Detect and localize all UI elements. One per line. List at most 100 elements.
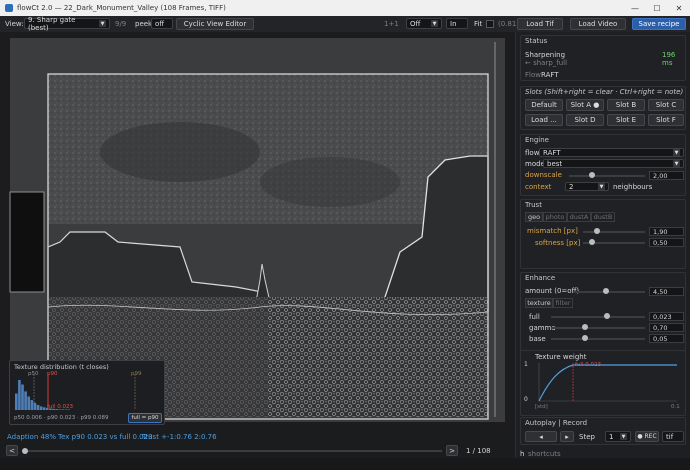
save-recipe-button[interactable]: Save recipe [632,18,686,30]
format-select[interactable]: tif [662,431,684,442]
chevron-down-icon: ▼ [673,149,680,156]
full-slider-track[interactable] [551,316,645,318]
slots-header: Slots (Shift+right = clear · Ctrl+right … [525,88,684,96]
next-frame-button[interactable]: > [446,445,458,456]
texture-histogram [15,374,136,410]
gamma-slider-track[interactable] [551,327,645,329]
full-slider-handle[interactable] [603,313,610,319]
mismatch-value[interactable]: 1,90 [649,227,684,236]
engine-section: Engine flow RAFT ▼ mode best ▼ downscale… [520,134,686,196]
context-suffix: neighbours [613,183,653,191]
tab-photo[interactable]: photo [543,212,567,222]
histogram-bar [15,393,18,410]
window-title: flowCt 2.0 — 22_Dark_Monument_Valley (10… [17,4,226,12]
context-select[interactable]: 2 ▼ [565,182,609,191]
peek-select[interactable]: off [151,18,173,29]
amount-value[interactable]: 4,50 [649,287,684,296]
tw-marker: full 0.023 [575,362,601,368]
status-flow-label: Flow [525,71,541,79]
amount-label: amount (0=off) [525,287,580,295]
top-toolbar: View: 9. Sharp gate (best) ▼ 9/9 peek of… [0,16,690,42]
in-select-value: In [450,19,457,28]
cyclic-view-editor-button[interactable]: Cyclic View Editor [176,18,254,30]
engine-header: Engine [525,136,549,144]
amount-slider-handle[interactable] [602,288,609,294]
downscale-label: downscale [525,171,562,179]
softness-slider-handle[interactable] [588,239,595,245]
slot-load-button[interactable]: Load ... [525,114,563,126]
full-value[interactable]: 0,023 [649,312,684,321]
histogram-bar [21,384,24,410]
tab-dustb[interactable]: dustB [591,212,615,222]
trust-readout: Trust +-1:0.76 2:0.76 [142,433,217,441]
slot-b-button[interactable]: Slot B [607,99,645,111]
maximize-button[interactable]: ☐ [646,0,668,16]
histogram-bar [24,391,27,410]
downscale-slider-track[interactable] [569,175,645,177]
gamma-value[interactable]: 0,70 [649,323,684,332]
image-viewer[interactable]: Texture distribution (t closes) p50 p90 … [0,32,515,430]
mismatch-label: mismatch [px] [527,227,578,235]
base-label: base [529,335,546,343]
prev-frame-button[interactable]: < [6,445,18,456]
view-label: View: [5,20,24,28]
tab-geo[interactable]: geo [525,212,543,222]
off-select-value: Off [410,19,421,28]
tab-filter[interactable]: filter [553,298,573,308]
context-select-value: 2 [569,182,574,191]
amount-slider-track[interactable] [573,291,645,293]
mismatch-slider-handle[interactable] [594,228,601,234]
texture-distribution-popup[interactable]: Texture distribution (t closes) p50 p90 … [9,360,165,425]
slot-default-button[interactable]: Default [525,99,563,111]
tab-dusta[interactable]: dustA [567,212,591,222]
slot-c-button[interactable]: Slot C [648,99,684,111]
fit-checkbox[interactable] [486,20,494,28]
load-video-button[interactable]: Load Video [570,18,626,30]
scrubber-handle[interactable] [22,448,28,454]
off-select[interactable]: Off ▼ [406,18,442,29]
mode-select[interactable]: best ▼ [543,159,684,168]
view-select[interactable]: 9. Sharp gate (best) ▼ [24,16,110,32]
in-select[interactable]: In [446,18,468,29]
tw-x-right: 0.1 [671,404,680,410]
slot-d-button[interactable]: Slot D [566,114,604,126]
histogram-bar [30,400,34,410]
fit-label: Fit [474,20,483,28]
downscale-slider-handle[interactable] [588,172,595,178]
trust-section: Trust geo photo dustA dustB mismatch [px… [520,199,686,269]
tab-texture[interactable]: texture [525,298,553,308]
slot-f-button[interactable]: Slot F [648,114,684,126]
status-line: Adaption 48% Tex p90 0.023 vs full 0.023… [0,430,515,444]
close-button[interactable]: ✕ [668,0,690,16]
full-equals-p90-button[interactable]: full = p90 [128,413,162,423]
record-button[interactable]: ● REC [635,431,659,442]
full-label: full [529,313,540,321]
shortcuts-key: h [520,450,525,458]
format-select-value: tif [666,432,674,441]
gamma-slider-handle[interactable] [581,324,588,330]
slot-e-button[interactable]: Slot E [607,114,645,126]
flow-select[interactable]: RAFT ▼ [539,148,684,157]
scrubber-track[interactable] [22,450,442,452]
base-slider-handle[interactable] [581,335,588,341]
softness-value[interactable]: 0,50 [649,238,684,247]
minimize-button[interactable]: — [624,0,646,16]
autoplay-prev-button[interactable]: ◂ [525,431,557,442]
status-flow-value: RAFT [541,71,559,79]
mismatch-slider-track[interactable] [583,231,645,233]
slot-a-button[interactable]: Slot A ● [566,99,604,111]
load-tif-button[interactable]: Load Tif [517,18,563,30]
shortcuts-label[interactable]: shortcuts [528,450,561,458]
flow-select-value: RAFT [543,148,561,157]
downscale-value[interactable]: 2,00 [649,171,684,180]
p50-tag: p50 [28,371,39,377]
p90-tag: p90 [47,371,58,377]
texture-weight-curve [538,363,677,402]
status-header: Status [525,37,548,45]
base-value[interactable]: 0,05 [649,334,684,343]
trust-header: Trust [525,201,542,209]
tw-y-top: 1 [524,361,528,368]
autoplay-next-button[interactable]: ▸ [560,431,574,442]
base-slider-track[interactable] [551,338,645,340]
step-select[interactable]: 1 ▼ [605,431,631,442]
